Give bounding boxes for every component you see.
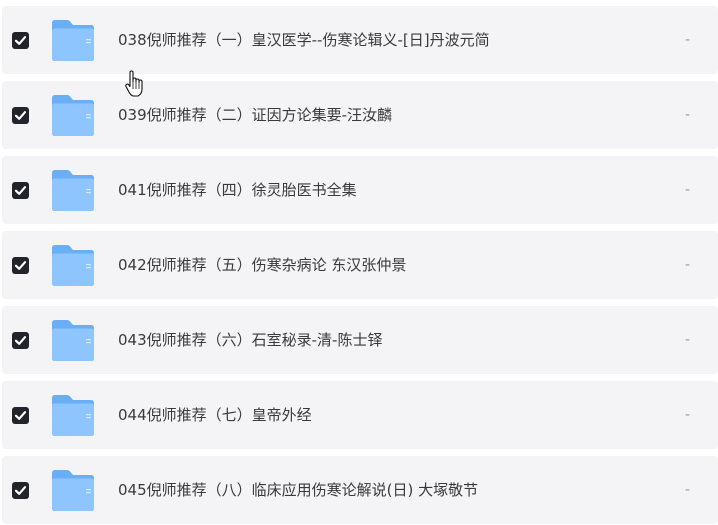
file-list: 038倪师推荐（一）皇汉医学--伤寒论辑义-[日]丹波元简 - 039倪师推荐（… bbox=[0, 0, 718, 525]
row-checkbox[interactable] bbox=[12, 482, 29, 499]
folder-icon bbox=[52, 470, 94, 511]
checkmark-icon bbox=[14, 36, 27, 45]
file-row[interactable]: 043倪师推荐（六）石室秘录-清-陈士铎 - bbox=[2, 306, 718, 374]
file-row[interactable]: 045倪师推荐（八）临床应用伤寒论解说(日) 大塚敬节 - bbox=[2, 456, 718, 524]
folder-icon bbox=[52, 395, 94, 436]
row-checkbox[interactable] bbox=[12, 332, 29, 349]
checkmark-icon bbox=[14, 186, 27, 195]
file-row[interactable]: 038倪师推荐（一）皇汉医学--伤寒论辑义-[日]丹波元简 - bbox=[2, 6, 718, 74]
file-name[interactable]: 041倪师推荐（四）徐灵胎医书全集 bbox=[118, 156, 357, 224]
folder-icon bbox=[52, 20, 94, 61]
file-row[interactable]: 042倪师推荐（五）伤寒杂病论 东汉张仲景 - bbox=[2, 231, 718, 299]
file-name[interactable]: 039倪师推荐（二）证因方论集要-汪汝麟 bbox=[118, 81, 392, 149]
row-checkbox[interactable] bbox=[12, 257, 29, 274]
file-meta: - bbox=[684, 107, 690, 123]
file-row[interactable]: 044倪师推荐（七）皇帝外经 - bbox=[2, 381, 718, 449]
checkmark-icon bbox=[14, 261, 27, 270]
row-checkbox[interactable] bbox=[12, 32, 29, 49]
file-meta: - bbox=[684, 182, 690, 198]
folder-icon bbox=[52, 95, 94, 136]
file-name[interactable]: 045倪师推荐（八）临床应用伤寒论解说(日) 大塚敬节 bbox=[118, 456, 478, 524]
checkmark-icon bbox=[14, 336, 27, 345]
folder-icon bbox=[52, 170, 94, 211]
row-checkbox[interactable] bbox=[12, 107, 29, 124]
checkmark-icon bbox=[14, 486, 27, 495]
file-meta: - bbox=[684, 332, 690, 348]
file-name[interactable]: 038倪师推荐（一）皇汉医学--伤寒论辑义-[日]丹波元简 bbox=[118, 6, 490, 74]
checkmark-icon bbox=[14, 411, 27, 420]
file-row[interactable]: 041倪师推荐（四）徐灵胎医书全集 - bbox=[2, 156, 718, 224]
row-checkbox[interactable] bbox=[12, 407, 29, 424]
file-meta: - bbox=[684, 257, 690, 273]
file-meta: - bbox=[684, 407, 690, 423]
file-name[interactable]: 042倪师推荐（五）伤寒杂病论 东汉张仲景 bbox=[118, 231, 406, 299]
file-name[interactable]: 044倪师推荐（七）皇帝外经 bbox=[118, 381, 312, 449]
folder-icon bbox=[52, 245, 94, 286]
folder-icon bbox=[52, 320, 94, 361]
file-meta: - bbox=[684, 482, 690, 498]
file-row[interactable]: 039倪师推荐（二）证因方论集要-汪汝麟 - bbox=[2, 81, 718, 149]
checkmark-icon bbox=[14, 111, 27, 120]
row-checkbox[interactable] bbox=[12, 182, 29, 199]
file-name[interactable]: 043倪师推荐（六）石室秘录-清-陈士铎 bbox=[118, 306, 382, 374]
file-meta: - bbox=[684, 32, 690, 48]
